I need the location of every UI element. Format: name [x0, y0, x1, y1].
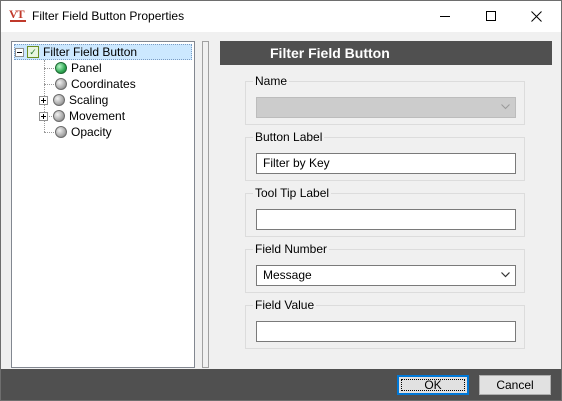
properties-tree[interactable]: ✓ Filter Field Button Panel Coordinates … — [11, 41, 195, 368]
tree-item-panel[interactable]: Panel — [55, 60, 102, 76]
chevron-down-icon — [501, 104, 510, 110]
tool-tip-label-input[interactable] — [256, 209, 516, 230]
minimize-icon — [440, 16, 450, 17]
tree-root-item[interactable]: ✓ Filter Field Button — [14, 44, 192, 60]
tree-item-label: Coordinates — [71, 77, 136, 91]
cancel-button[interactable]: Cancel — [479, 375, 551, 395]
window-title: Filter Field Button Properties — [32, 9, 185, 23]
status-gray-icon — [53, 110, 65, 122]
properties-dialog: VT Filter Field Button Properties ✓ Filt… — [0, 0, 562, 401]
maximize-icon — [486, 11, 496, 21]
panel-splitter[interactable] — [202, 41, 209, 368]
button-bar: OK Cancel — [1, 369, 561, 400]
tree-item-label: Scaling — [69, 93, 109, 107]
app-logo-icon: VT — [9, 7, 27, 25]
button-label-label: Button Label — [253, 130, 325, 144]
status-gray-icon — [53, 94, 65, 106]
panel-header: Filter Field Button — [220, 41, 552, 65]
tree-item-scaling[interactable]: Scaling — [39, 92, 108, 108]
button-label-input[interactable]: Filter by Key — [256, 153, 516, 174]
panel-title: Filter Field Button — [270, 45, 390, 61]
tool-tip-label-label: Tool Tip Label — [253, 186, 332, 200]
close-button[interactable] — [514, 1, 560, 32]
field-value-group: Field Value — [245, 298, 525, 349]
maximize-button[interactable] — [468, 1, 514, 32]
expand-icon[interactable] — [39, 111, 48, 121]
expand-icon[interactable] — [39, 95, 48, 105]
field-number-label: Field Number — [253, 242, 330, 256]
tree-item-coordinates[interactable]: Coordinates — [55, 76, 136, 92]
title-bar: VT Filter Field Button Properties — [1, 1, 561, 32]
minimize-button[interactable] — [422, 1, 468, 32]
tree-item-label: Movement — [69, 109, 126, 123]
name-group: Name — [245, 74, 525, 125]
status-green-icon — [55, 62, 67, 74]
field-number-dropdown[interactable]: Message — [256, 265, 516, 286]
field-value-label: Field Value — [253, 298, 317, 312]
collapse-icon[interactable] — [15, 47, 24, 57]
tree-item-movement[interactable]: Movement — [39, 108, 125, 124]
tree-item-label: Panel — [71, 61, 102, 75]
ok-button[interactable]: OK — [397, 375, 469, 395]
tree-root-label: Filter Field Button — [43, 45, 138, 59]
close-icon — [531, 11, 542, 22]
status-gray-icon — [55, 126, 67, 138]
tool-tip-label-group: Tool Tip Label — [245, 186, 525, 237]
tree-item-label: Opacity — [71, 125, 112, 139]
button-label-group: Button Label Filter by Key — [245, 130, 525, 181]
name-label: Name — [253, 74, 290, 88]
root-node-icon: ✓ — [27, 46, 39, 58]
name-dropdown[interactable] — [256, 97, 516, 118]
tree-item-opacity[interactable]: Opacity — [55, 124, 112, 140]
field-value-input[interactable] — [256, 321, 516, 342]
field-number-group: Field Number Message — [245, 242, 525, 293]
field-number-value: Message — [263, 268, 312, 282]
chevron-down-icon — [501, 272, 510, 278]
status-gray-icon — [55, 78, 67, 90]
